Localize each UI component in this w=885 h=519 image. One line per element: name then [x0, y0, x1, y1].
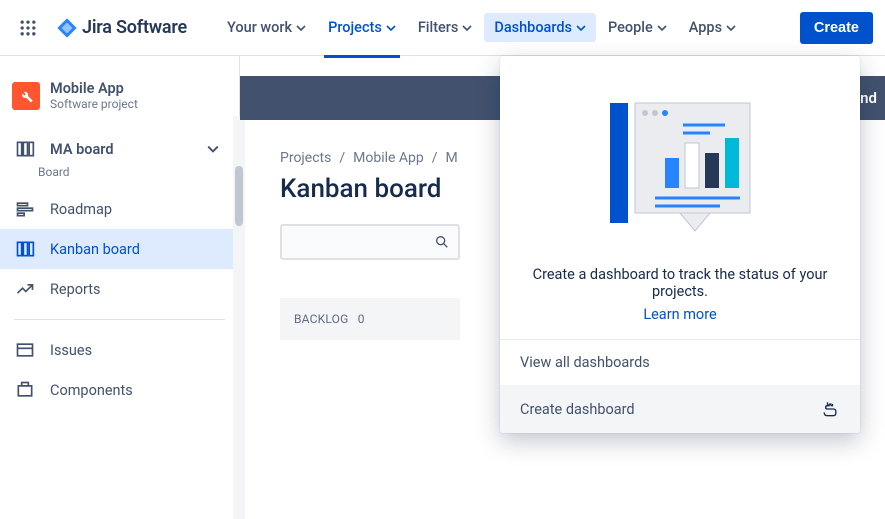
create-dashboard[interactable]: Create dashboard	[500, 385, 860, 433]
project-name: Mobile App	[50, 80, 138, 97]
sidebar-item-label: Roadmap	[50, 201, 112, 218]
nav-people-label: People	[608, 19, 653, 36]
chevron-down-icon	[726, 23, 736, 33]
project-type: Software project	[50, 97, 138, 111]
column-count: 0	[358, 312, 365, 326]
chevron-down-icon	[386, 23, 396, 33]
dashboards-popover: Create a dashboard to track the status o…	[500, 56, 860, 433]
sidebar-item-kanban[interactable]: Kanban board	[0, 229, 239, 269]
search-icon	[434, 234, 450, 250]
components-icon	[14, 380, 36, 400]
popover-text: Create a dashboard to track the status o…	[533, 266, 828, 300]
nav-people[interactable]: People	[598, 13, 677, 42]
chevron-down-icon	[296, 23, 306, 33]
board-icon	[14, 239, 36, 259]
sidebar-item-roadmap[interactable]: Roadmap	[0, 189, 239, 229]
chevron-down-icon	[576, 23, 586, 33]
nav-apps-label: Apps	[689, 19, 722, 36]
board-switcher-label: MA board	[50, 141, 114, 158]
board-switcher[interactable]: MA board	[0, 129, 239, 169]
issues-icon	[14, 340, 36, 360]
breadcrumb-last[interactable]: M	[446, 150, 458, 166]
sidebar-item-label: Reports	[50, 281, 101, 298]
popover-item-label: View all dashboards	[520, 354, 650, 371]
sidebar-item-label: Issues	[50, 342, 92, 359]
roadmap-icon	[14, 199, 36, 219]
chevron-down-icon	[657, 23, 667, 33]
board-icon	[14, 139, 36, 159]
nav-dashboards-label: Dashboards	[494, 19, 572, 36]
search-input[interactable]	[280, 224, 460, 260]
cursor-icon	[820, 399, 840, 419]
top-navigation: Jira Software Your work Projects Filters…	[0, 0, 885, 56]
nav-your-work-label: Your work	[227, 19, 292, 36]
wrench-icon	[12, 82, 40, 110]
nav-your-work[interactable]: Your work	[217, 13, 316, 42]
view-all-dashboards[interactable]: View all dashboards	[500, 340, 860, 385]
board-switcher-sub: Board	[38, 165, 239, 179]
nav-dashboards[interactable]: Dashboards	[484, 13, 596, 42]
create-button[interactable]: Create	[800, 12, 873, 44]
nav-apps[interactable]: Apps	[679, 13, 746, 42]
nav-filters[interactable]: Filters	[408, 13, 483, 42]
sidebar-item-components[interactable]: Components	[0, 370, 239, 410]
chevron-down-icon	[462, 23, 472, 33]
sidebar-item-label: Kanban board	[50, 241, 140, 258]
learn-more-link[interactable]: Learn more	[530, 306, 830, 323]
sidebar-item-issues[interactable]: Issues	[0, 330, 239, 370]
brand-text: Jira Software	[82, 17, 187, 38]
nav-projects[interactable]: Projects	[318, 13, 406, 42]
nav-items: Your work Projects Filters Dashboards Pe…	[217, 13, 746, 42]
nav-projects-label: Projects	[328, 19, 382, 36]
project-header[interactable]: Mobile App Software project	[0, 76, 239, 129]
popover-item-label: Create dashboard	[520, 401, 635, 418]
app-switcher-icon[interactable]	[12, 12, 44, 44]
sidebar: Mobile App Software project MA board Boa…	[0, 56, 240, 519]
jira-logo[interactable]: Jira Software	[50, 17, 193, 39]
breadcrumb-project[interactable]: Mobile App	[353, 150, 424, 166]
sidebar-item-label: Components	[50, 382, 133, 399]
reports-icon	[14, 279, 36, 299]
chevron-down-icon	[207, 143, 219, 155]
sidebar-item-reports[interactable]: Reports	[0, 269, 239, 309]
nav-filters-label: Filters	[418, 19, 459, 36]
column-backlog: BACKLOG 0	[280, 298, 460, 340]
column-name: BACKLOG	[294, 312, 349, 326]
dashboard-illustration	[500, 56, 860, 256]
popover-description: Create a dashboard to track the status o…	[500, 256, 860, 339]
breadcrumb-projects[interactable]: Projects	[280, 150, 331, 166]
divider	[14, 319, 225, 320]
